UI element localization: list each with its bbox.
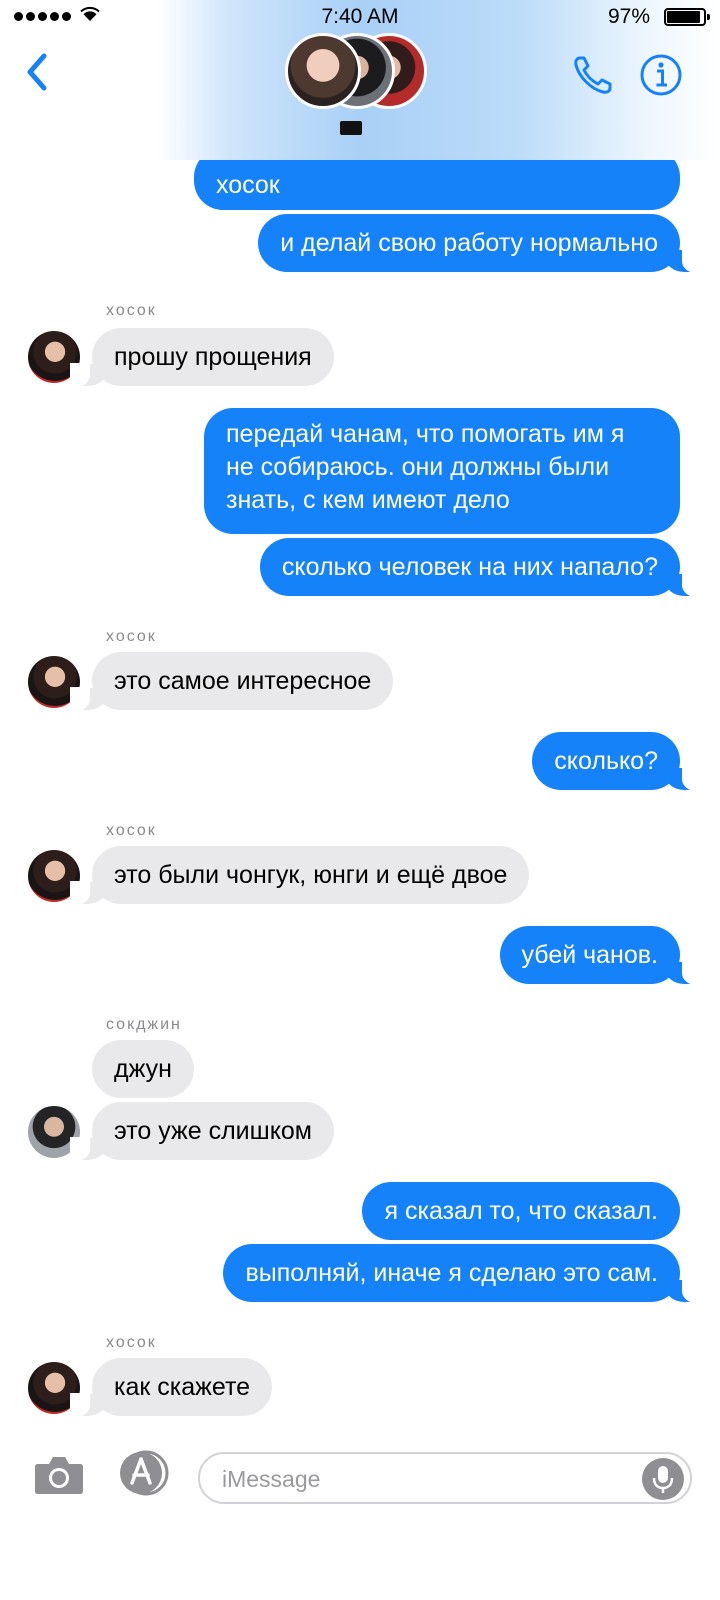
- message-text: джун: [114, 1055, 172, 1083]
- group-name-flag-icon: [340, 121, 362, 135]
- message-text: это уже слишком: [114, 1117, 312, 1145]
- message-text: сколько человек на них напало?: [281, 553, 658, 581]
- app-store-icon[interactable]: [114, 1450, 172, 1496]
- camera-icon[interactable]: [34, 1452, 84, 1496]
- message-bubble-outgoing[interactable]: передай чанам, что помогать им я не соби…: [204, 408, 680, 534]
- message-text: прошу прощения: [114, 343, 312, 371]
- message-text: убей чанов.: [521, 941, 659, 969]
- microphone-icon: [652, 1466, 674, 1493]
- sender-name: хосок: [106, 302, 157, 319]
- message-bubble-outgoing[interactable]: убей чанов.: [499, 926, 702, 985]
- sender-name: хосок: [106, 1334, 157, 1351]
- sender-name: сокджин: [106, 1016, 182, 1033]
- group-avatar-1: [285, 33, 361, 109]
- message-text: я сказал то, что сказал.: [384, 1197, 658, 1225]
- message-text: как скажете: [114, 1373, 251, 1401]
- message-bubble-outgoing[interactable]: выполняй, иначе я сделаю это сам.: [223, 1244, 702, 1303]
- battery-icon: [664, 8, 710, 26]
- message-text: выполняй, иначе я сделаю это сам.: [245, 1259, 658, 1287]
- message-text: передай чанам, что помогать им я не соби…: [226, 420, 625, 514]
- info-icon[interactable]: [638, 52, 684, 98]
- message-bubble-outgoing[interactable]: сколько?: [532, 732, 702, 791]
- message-text: сколько?: [554, 747, 658, 775]
- sender-name: хосок: [106, 822, 157, 839]
- message-text: хосок: [216, 171, 280, 199]
- message-text: это самое интересное: [114, 667, 372, 695]
- message-bubble-incoming[interactable]: это самое интересное: [69, 652, 394, 711]
- back-chevron-icon[interactable]: [22, 50, 52, 94]
- conversation-header: 7:40 AM 97%: [0, 0, 720, 160]
- imessage-input[interactable]: [222, 1462, 622, 1496]
- message-bubble-incoming[interactable]: как скажете: [69, 1358, 273, 1417]
- battery-percent: 97%: [607, 5, 650, 28]
- message-bubble-incoming[interactable]: это были чонгук, юнги и ещё двое: [69, 846, 530, 905]
- compose-bar: [0, 1432, 720, 1600]
- message-bubble-incoming[interactable]: прошу прощения: [70, 328, 334, 387]
- microphone-button[interactable]: [642, 1458, 684, 1500]
- group-avatars[interactable]: [285, 33, 435, 113]
- message-bubble-outgoing[interactable]: сколько человек на них напало?: [259, 538, 703, 597]
- status-bar: 7:40 AM 97%: [0, 0, 720, 34]
- message-bubble-outgoing[interactable]: я сказал то, что сказал.: [362, 1182, 680, 1240]
- message-text: и делай свою работу нормально: [280, 229, 658, 257]
- sender-name: хосок: [106, 628, 157, 645]
- message-bubble-incoming[interactable]: это уже слишком: [70, 1102, 334, 1161]
- phone-icon[interactable]: [570, 52, 616, 98]
- message-text: это были чонгук, юнги и ещё двое: [114, 861, 508, 889]
- message-bubble-outgoing[interactable]: и делай свою работу нормально: [258, 214, 702, 273]
- imessage-field[interactable]: [198, 1452, 692, 1504]
- message-bubble-incoming[interactable]: джун: [92, 1040, 194, 1098]
